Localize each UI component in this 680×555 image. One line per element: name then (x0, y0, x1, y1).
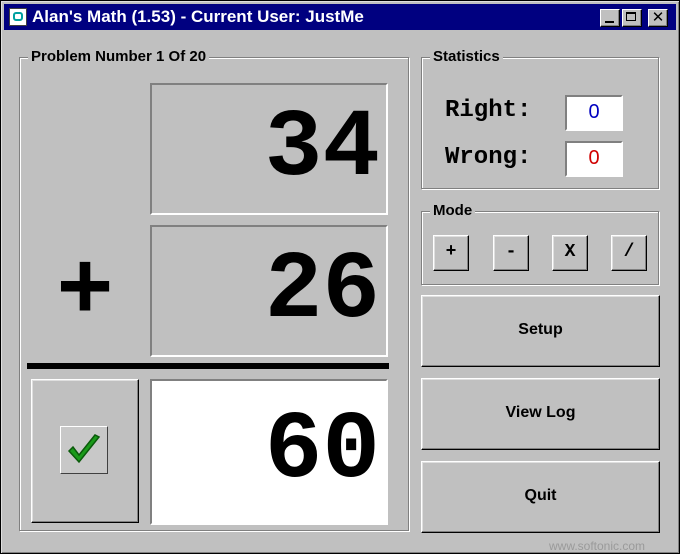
view-log-button[interactable]: View Log (421, 378, 660, 450)
minimize-button[interactable] (600, 9, 620, 27)
quit-button[interactable]: Quit (421, 461, 660, 533)
right-label: Right: (445, 97, 532, 124)
setup-button[interactable]: Setup (421, 295, 660, 367)
close-button[interactable]: ✕ (648, 9, 668, 27)
statistics-label: Statistics (430, 48, 503, 66)
title-bar[interactable]: Alan's Math (1.53) - Current User: JustM… (4, 4, 676, 30)
mode-division-button[interactable]: / (611, 235, 647, 271)
right-count: 0 (565, 95, 623, 131)
watermark: www.softonic.com (549, 539, 646, 553)
check-answer-button[interactable] (31, 379, 139, 523)
second-operand: 26 (150, 225, 388, 357)
operator-sign: + (56, 238, 114, 347)
window-title: Alan's Math (1.53) - Current User: JustM… (32, 7, 364, 26)
checkmark-icon (60, 426, 108, 474)
wrong-count: 0 (565, 141, 623, 177)
maximize-button[interactable] (622, 9, 642, 27)
mode-multiplication-button[interactable]: X (552, 235, 588, 271)
mode-addition-button[interactable]: + (433, 235, 469, 271)
close-icon: ✕ (651, 9, 665, 26)
sum-divider-line (27, 363, 389, 369)
first-operand: 34 (150, 83, 388, 215)
answer-input[interactable]: 60 (150, 379, 388, 525)
problem-number-label: Problem Number 1 Of 20 (28, 48, 210, 66)
wrong-label: Wrong: (445, 144, 532, 171)
mode-subtraction-button[interactable]: - (493, 235, 529, 271)
app-icon[interactable] (9, 8, 27, 26)
app-window: Alan's Math (1.53) - Current User: JustM… (0, 0, 680, 554)
mode-label: Mode (430, 202, 476, 220)
